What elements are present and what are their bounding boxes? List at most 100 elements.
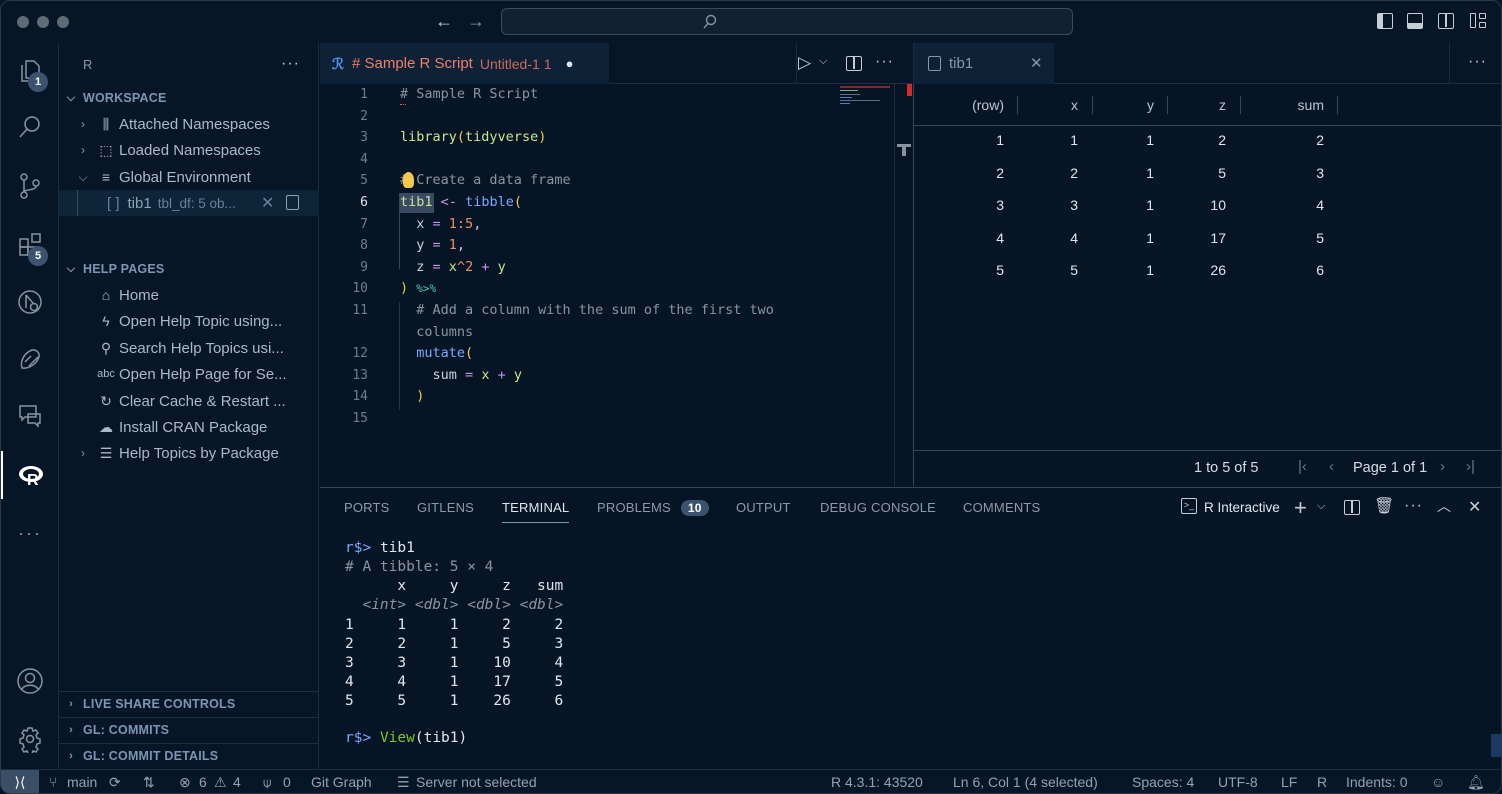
panel-tab-ports[interactable]: PORTS xyxy=(344,500,390,515)
run-dropdown-chevron-icon[interactable]: ⌵ xyxy=(819,55,827,68)
line-ending[interactable]: LF xyxy=(1281,774,1297,790)
previous-page-icon[interactable]: ‹ xyxy=(1329,458,1334,475)
help-item-clear-cache[interactable]: ↻ Clear Cache & Restart ... xyxy=(59,388,319,414)
git-compare-icon[interactable]: ⇅ xyxy=(143,774,155,791)
more-actions-icon[interactable]: ··· xyxy=(281,55,300,73)
r-extension-button[interactable]: R xyxy=(1,451,59,499)
minimize-window-button[interactable] xyxy=(37,16,49,28)
notifications-bell-icon[interactable]: 🔔︎ xyxy=(1467,774,1485,791)
comments-button[interactable] xyxy=(1,391,59,439)
tab-tib1[interactable]: tib1 ✕ xyxy=(914,43,1054,84)
indentation[interactable]: Spaces: 4 xyxy=(1132,774,1194,790)
toggle-primary-sidebar-icon[interactable] xyxy=(1377,13,1393,29)
back-arrow-icon[interactable]: ← xyxy=(435,11,453,32)
r-version[interactable]: R 4.3.1: 43520 xyxy=(831,774,923,790)
help-pages-section-header[interactable]: ⌵ HELP PAGES xyxy=(59,257,319,281)
split-terminal-icon[interactable] xyxy=(1344,500,1360,515)
close-tab-icon[interactable]: ✕ xyxy=(1030,54,1043,72)
toggle-panel-icon[interactable] xyxy=(1407,13,1423,29)
help-item-home[interactable]: ⌂ Home xyxy=(59,282,319,308)
next-page-icon[interactable]: › xyxy=(1440,458,1445,475)
git-graph-button[interactable]: Git Graph xyxy=(311,774,372,790)
help-item-open-help-page[interactable]: abc Open Help Page for Se... xyxy=(59,361,319,387)
code-editor[interactable]: 1 2 3 4 5 6 7 8 9 10 11 12 13 14 15 # Sample R Script … xyxy=(320,84,912,486)
column-resize-handle[interactable] xyxy=(1337,96,1338,114)
accounts-button[interactable] xyxy=(1,657,59,705)
manage-button[interactable] xyxy=(1,715,59,763)
command-center-search[interactable] xyxy=(501,8,1073,35)
remove-icon[interactable]: ✕ xyxy=(261,193,274,213)
kill-terminal-trash-icon[interactable]: 🗑 xyxy=(1374,496,1394,516)
extensions-button[interactable]: 5 xyxy=(1,221,59,269)
forward-arrow-icon[interactable]: → xyxy=(467,11,485,32)
workspace-section-header[interactable]: ⌵ WORKSPACE xyxy=(59,86,319,110)
tree-item-loaded-namespaces[interactable]: › ⬚ Loaded Namespaces xyxy=(59,137,319,163)
table-row[interactable]: 4 4 1 17 5 xyxy=(914,227,1501,257)
panel-tab-gitlens[interactable]: GITLENS xyxy=(417,500,474,515)
terminal-prompt-line: r$> View(tib1) xyxy=(345,730,468,746)
table-row[interactable]: 5 5 1 26 6 xyxy=(914,259,1501,289)
lightbulb-icon[interactable] xyxy=(403,172,414,188)
live-share-button[interactable] xyxy=(1,335,59,383)
copilot-icon[interactable]: ☺ xyxy=(1431,774,1445,790)
help-item-open-topic[interactable]: ϟ Open Help Topic using... xyxy=(59,308,319,334)
terminal-dropdown-chevron-icon[interactable]: ⌵ xyxy=(1317,500,1325,513)
more-actions-icon[interactable]: ··· xyxy=(1468,53,1487,71)
more-actions-icon[interactable]: ··· xyxy=(1404,497,1423,515)
warning-count[interactable]: 4 xyxy=(233,774,241,790)
remote-explorer-button[interactable] xyxy=(1,278,59,326)
encoding[interactable]: UTF-8 xyxy=(1218,774,1258,790)
git-branch[interactable]: main xyxy=(67,774,97,790)
close-window-button[interactable] xyxy=(17,16,29,28)
gl-commits-header[interactable]: › GL: COMMITS xyxy=(59,717,319,741)
ports-count[interactable]: 0 xyxy=(283,774,291,790)
server-status[interactable]: Server not selected xyxy=(416,774,537,790)
search-button[interactable] xyxy=(1,103,59,151)
live-share-controls-header[interactable]: › LIVE SHARE CONTROLS xyxy=(59,691,319,715)
view-data-icon[interactable] xyxy=(286,195,299,210)
explorer-button[interactable]: 1 xyxy=(1,47,59,95)
panel-tab-output[interactable]: OUTPUT xyxy=(736,500,791,515)
terminal-selector[interactable]: R Interactive xyxy=(1204,500,1280,515)
help-item-install-cran[interactable]: ☁ Install CRAN Package xyxy=(59,414,319,440)
language-mode[interactable]: R xyxy=(1317,774,1327,790)
minimap[interactable] xyxy=(840,86,892,116)
more-views-icon[interactable]: ··· xyxy=(1,509,59,557)
help-item-search-topics[interactable]: ⚲ Search Help Topics usi... xyxy=(59,335,319,361)
unsaved-dot-icon[interactable]: ● xyxy=(566,56,574,71)
first-page-icon[interactable]: |‹ xyxy=(1298,458,1307,475)
cursor-position[interactable]: Ln 6, Col 1 (4 selected) xyxy=(953,774,1098,790)
new-terminal-icon[interactable]: + xyxy=(1294,495,1307,521)
gl-commit-details-header[interactable]: › GL: COMMIT DETAILS xyxy=(59,743,319,767)
sync-icon[interactable]: ⟳ xyxy=(109,774,121,791)
panel-tab-terminal[interactable]: TERMINAL xyxy=(502,500,570,523)
error-icon: ⊗ xyxy=(179,774,191,790)
column-header[interactable]: sum xyxy=(914,84,1324,125)
toggle-secondary-sidebar-icon[interactable] xyxy=(1438,13,1454,29)
line-number: 3 xyxy=(360,130,368,145)
table-row[interactable]: 3 3 1 10 4 xyxy=(914,194,1501,224)
env-item-tib1[interactable]: [ ] tib1 tbl_df: 5 ob... ✕ xyxy=(59,190,319,216)
table-row[interactable]: 11122 xyxy=(914,129,1501,159)
panel-tab-debug-console[interactable]: DEBUG CONSOLE xyxy=(820,500,936,515)
more-actions-icon[interactable]: ··· xyxy=(875,53,894,71)
indents-status[interactable]: Indents: 0 xyxy=(1346,774,1408,790)
split-editor-icon[interactable] xyxy=(846,56,862,71)
source-control-button[interactable] xyxy=(1,162,59,210)
last-page-icon[interactable]: ›| xyxy=(1466,458,1475,475)
panel-tab-problems[interactable]: PROBLEMS 10 xyxy=(597,500,709,516)
remote-indicator-icon[interactable]: ⟩⟨ xyxy=(1,770,39,793)
terminal-scrollbar[interactable] xyxy=(1491,734,1501,757)
table-row[interactable]: 22153 xyxy=(914,162,1501,192)
panel-tab-comments[interactable]: COMMENTS xyxy=(963,500,1040,515)
close-panel-icon[interactable]: ✕ xyxy=(1468,497,1481,517)
customize-layout-icon[interactable] xyxy=(1470,13,1488,29)
maximize-panel-chevron-up-icon[interactable]: ︿ xyxy=(1437,496,1451,516)
help-item-topics-by-package[interactable]: › ☰ Help Topics by Package xyxy=(59,440,319,466)
run-icon[interactable]: ▷ xyxy=(798,53,811,73)
tree-item-attached-namespaces[interactable]: › ⫼ Attached Namespaces xyxy=(59,111,319,137)
tab-sample-r-script[interactable]: ℛ # Sample R Script Untitled-1 1 ● xyxy=(320,43,609,84)
error-count[interactable]: 6 xyxy=(199,774,207,790)
tree-item-global-environment[interactable]: ⌵ ≡ Global Environment xyxy=(59,164,319,190)
maximize-window-button[interactable] xyxy=(57,16,69,28)
